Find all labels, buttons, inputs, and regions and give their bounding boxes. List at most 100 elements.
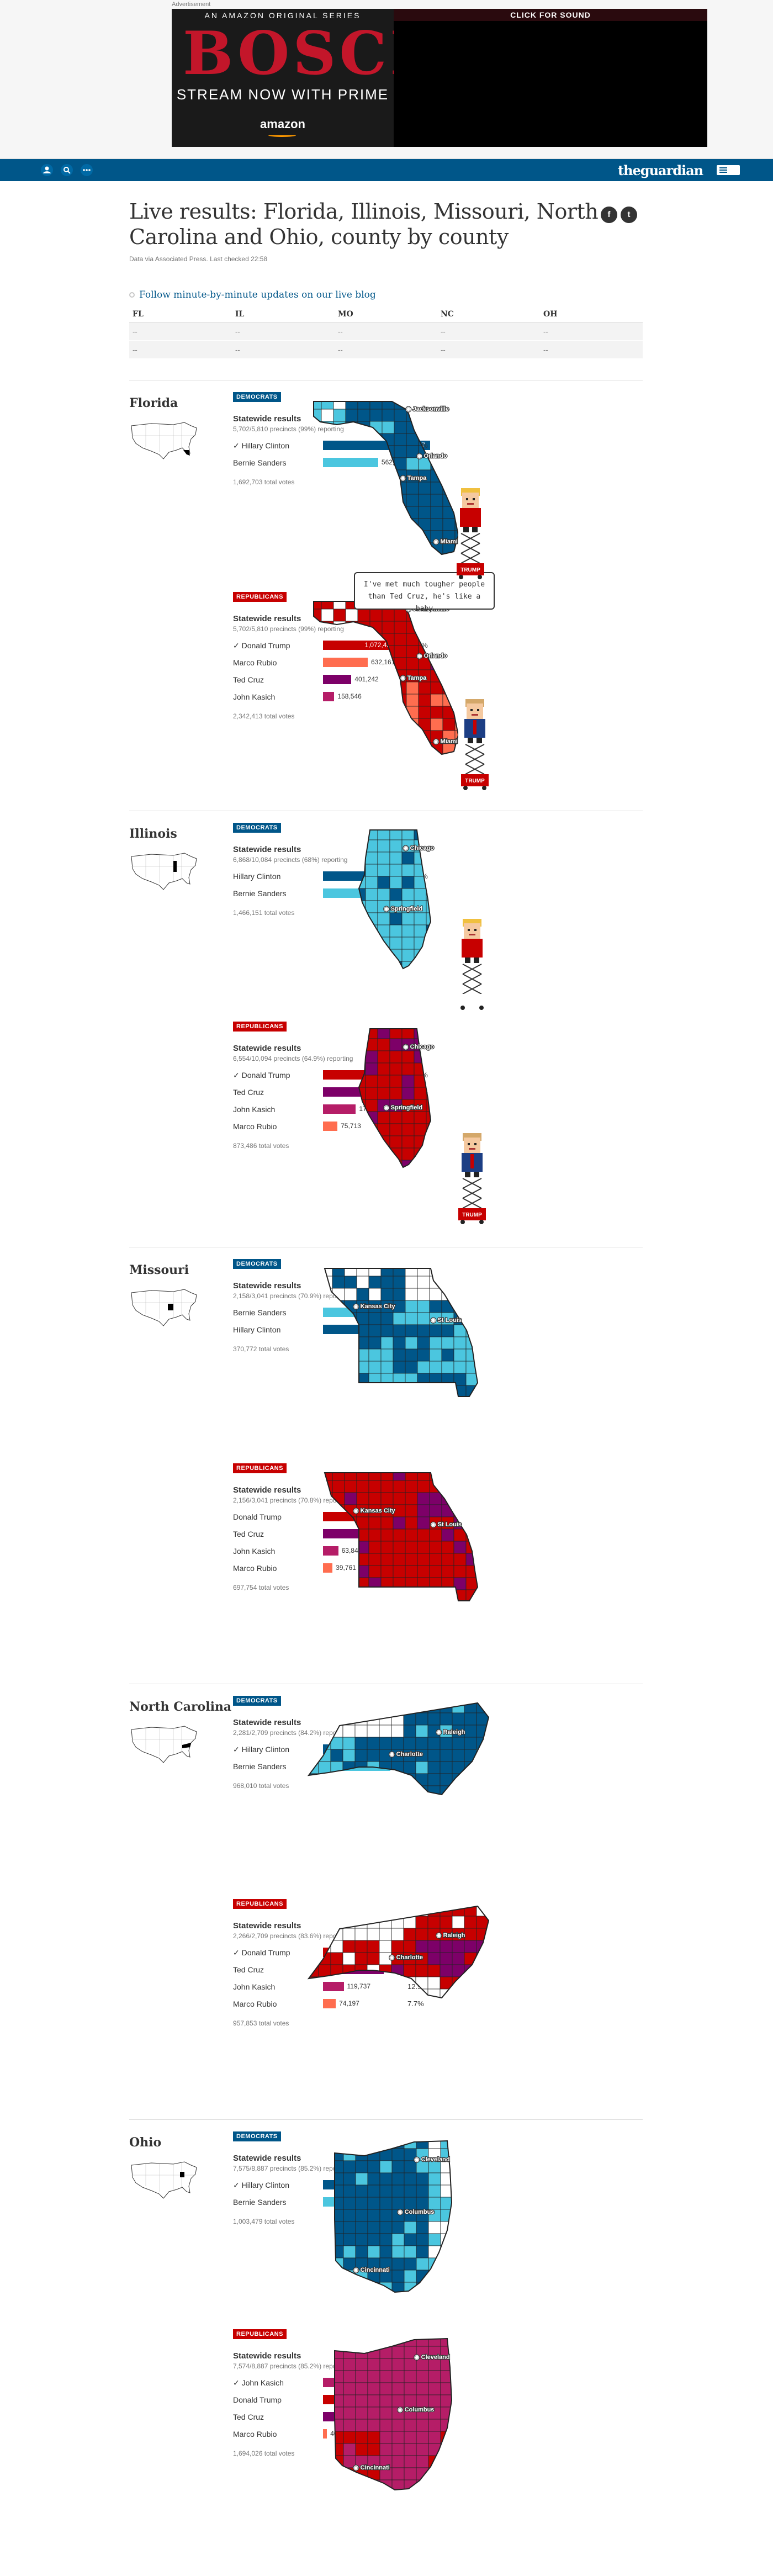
county[interactable] bbox=[394, 530, 407, 543]
county[interactable] bbox=[406, 694, 419, 707]
county[interactable] bbox=[488, 1940, 491, 1953]
county[interactable] bbox=[318, 1737, 331, 1750]
county[interactable] bbox=[428, 2197, 441, 2210]
county[interactable] bbox=[365, 1062, 378, 1076]
county[interactable] bbox=[415, 1785, 428, 1798]
county[interactable] bbox=[365, 949, 378, 962]
county[interactable] bbox=[353, 961, 366, 971]
county[interactable] bbox=[357, 506, 370, 519]
county[interactable] bbox=[357, 1398, 369, 1399]
county[interactable] bbox=[426, 864, 436, 877]
county[interactable] bbox=[309, 694, 322, 707]
county[interactable] bbox=[381, 1602, 393, 1604]
county[interactable] bbox=[488, 1761, 491, 1774]
county[interactable] bbox=[464, 1712, 477, 1726]
county[interactable] bbox=[441, 1288, 454, 1301]
county[interactable] bbox=[428, 2136, 441, 2149]
county[interactable] bbox=[426, 912, 436, 925]
county[interactable] bbox=[426, 876, 436, 889]
county[interactable] bbox=[428, 2172, 441, 2186]
county[interactable] bbox=[391, 2172, 405, 2186]
county[interactable] bbox=[333, 681, 346, 695]
county[interactable] bbox=[426, 961, 436, 971]
county[interactable] bbox=[319, 1798, 331, 1800]
county[interactable] bbox=[488, 1737, 491, 1750]
county[interactable] bbox=[379, 1785, 392, 1798]
county[interactable] bbox=[417, 1553, 430, 1566]
county[interactable] bbox=[453, 2270, 456, 2282]
county[interactable] bbox=[343, 2172, 356, 2186]
county[interactable] bbox=[321, 742, 334, 755]
county[interactable] bbox=[427, 1976, 441, 1990]
county[interactable] bbox=[380, 1336, 394, 1350]
county[interactable] bbox=[440, 1964, 453, 1977]
county[interactable] bbox=[355, 2233, 368, 2246]
county[interactable] bbox=[440, 1940, 453, 1953]
county[interactable] bbox=[309, 669, 322, 683]
county[interactable] bbox=[377, 1075, 390, 1088]
county[interactable] bbox=[357, 718, 370, 731]
rep-county-map-mo[interactable]: ◉ Kansas City ◉ St Louis bbox=[320, 1468, 480, 1604]
county[interactable] bbox=[344, 1492, 357, 1505]
county[interactable] bbox=[321, 445, 334, 458]
county[interactable] bbox=[309, 433, 322, 446]
county[interactable] bbox=[426, 1075, 436, 1088]
county[interactable] bbox=[333, 555, 346, 557]
county[interactable] bbox=[321, 706, 334, 719]
county[interactable] bbox=[342, 1964, 356, 1977]
county[interactable] bbox=[356, 1264, 369, 1277]
county[interactable] bbox=[440, 1798, 452, 1800]
county[interactable] bbox=[428, 2001, 440, 2003]
county[interactable] bbox=[394, 542, 407, 555]
county[interactable] bbox=[428, 2467, 441, 2480]
county[interactable] bbox=[331, 1798, 343, 1800]
county[interactable] bbox=[427, 1940, 441, 1953]
county[interactable] bbox=[453, 1385, 467, 1398]
county[interactable] bbox=[365, 1135, 378, 1149]
county[interactable] bbox=[353, 1111, 366, 1124]
county[interactable] bbox=[377, 912, 390, 925]
county[interactable] bbox=[342, 1976, 356, 1990]
county[interactable] bbox=[465, 1480, 478, 1493]
county[interactable] bbox=[320, 1324, 333, 1337]
county[interactable] bbox=[464, 1773, 477, 1786]
county[interactable] bbox=[465, 1516, 478, 1530]
county[interactable] bbox=[478, 1480, 480, 1493]
county[interactable] bbox=[426, 1123, 436, 1136]
county[interactable] bbox=[332, 1373, 345, 1386]
county[interactable] bbox=[354, 1785, 368, 1798]
county[interactable] bbox=[331, 2270, 344, 2283]
county[interactable] bbox=[356, 1385, 369, 1398]
county[interactable] bbox=[355, 2443, 368, 2456]
county[interactable] bbox=[430, 1398, 442, 1399]
county[interactable] bbox=[321, 755, 333, 757]
county[interactable] bbox=[429, 1492, 442, 1505]
county[interactable] bbox=[453, 2395, 456, 2407]
county[interactable] bbox=[379, 1701, 392, 1713]
county[interactable] bbox=[430, 718, 443, 731]
county[interactable] bbox=[365, 864, 378, 877]
county[interactable] bbox=[380, 1553, 394, 1566]
county[interactable] bbox=[478, 1264, 480, 1276]
county[interactable] bbox=[440, 2136, 453, 2149]
county[interactable] bbox=[389, 1135, 403, 1149]
county[interactable] bbox=[379, 1737, 392, 1750]
county[interactable] bbox=[417, 1385, 430, 1398]
county[interactable] bbox=[389, 1123, 403, 1136]
county[interactable] bbox=[453, 1504, 467, 1517]
county[interactable] bbox=[406, 555, 419, 557]
county[interactable] bbox=[367, 1725, 380, 1738]
county[interactable] bbox=[345, 469, 358, 483]
county[interactable] bbox=[357, 482, 370, 495]
county[interactable] bbox=[453, 2358, 456, 2371]
county[interactable] bbox=[345, 609, 358, 622]
county[interactable] bbox=[442, 1398, 454, 1399]
county[interactable] bbox=[389, 876, 403, 889]
county[interactable] bbox=[368, 1276, 382, 1289]
county[interactable] bbox=[367, 2406, 380, 2420]
county[interactable] bbox=[404, 2257, 417, 2271]
county[interactable] bbox=[369, 1602, 381, 1604]
county[interactable] bbox=[389, 1062, 403, 1076]
county[interactable] bbox=[321, 433, 334, 446]
county[interactable] bbox=[453, 2407, 456, 2419]
